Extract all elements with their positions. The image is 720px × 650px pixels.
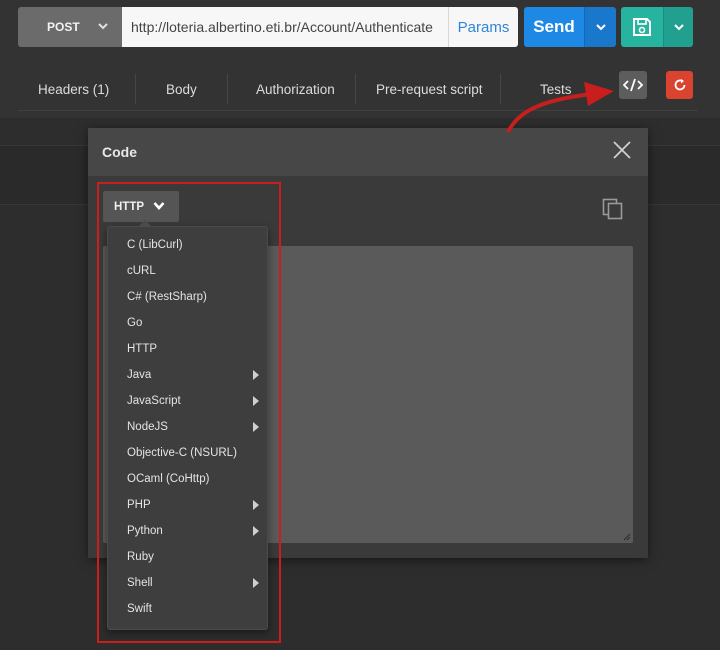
chevron-down-icon: [673, 24, 684, 31]
url-value: http://loteria.albertino.eti.br/Account/…: [131, 19, 433, 35]
send-button[interactable]: Send: [524, 7, 584, 47]
resize-grip-icon[interactable]: [623, 533, 631, 541]
chevron-down-icon: [595, 24, 606, 31]
tab-divider: [227, 74, 228, 104]
tab-label: Body: [166, 81, 197, 97]
tab-body[interactable]: Body: [166, 76, 197, 102]
tab-label: Pre-request script: [376, 81, 483, 97]
tab-headers[interactable]: Headers (1): [38, 76, 109, 102]
chevron-down-icon: [98, 23, 108, 30]
send-label: Send: [533, 17, 575, 36]
tab-label: Headers (1): [38, 81, 110, 97]
params-button[interactable]: Params: [448, 7, 518, 47]
params-label: Params: [457, 18, 510, 36]
copy-icon[interactable]: [602, 198, 624, 220]
close-icon[interactable]: [612, 140, 632, 160]
tab-authorization[interactable]: Authorization: [256, 76, 335, 102]
refresh-icon: [674, 79, 685, 91]
tab-pre-request-script[interactable]: Pre-request script: [376, 76, 483, 102]
request-bar: POST http://loteria.albertino.eti.br/Acc…: [0, 0, 720, 60]
method-label: POST: [47, 20, 80, 34]
tab-divider: [355, 74, 356, 104]
highlight-box: [97, 182, 281, 643]
url-input[interactable]: http://loteria.albertino.eti.br/Account/…: [122, 7, 518, 47]
floppy-disk-icon: [633, 18, 651, 36]
modal-title: Code: [102, 144, 137, 160]
save-options-button[interactable]: [663, 7, 693, 47]
save-button[interactable]: [621, 7, 663, 47]
send-options-button[interactable]: [584, 7, 616, 47]
tab-divider: [135, 74, 136, 104]
annotation-arrow-icon: [506, 82, 614, 133]
method-select[interactable]: POST: [18, 7, 122, 47]
tab-label: Authorization: [256, 81, 335, 97]
reset-button[interactable]: [666, 71, 693, 99]
